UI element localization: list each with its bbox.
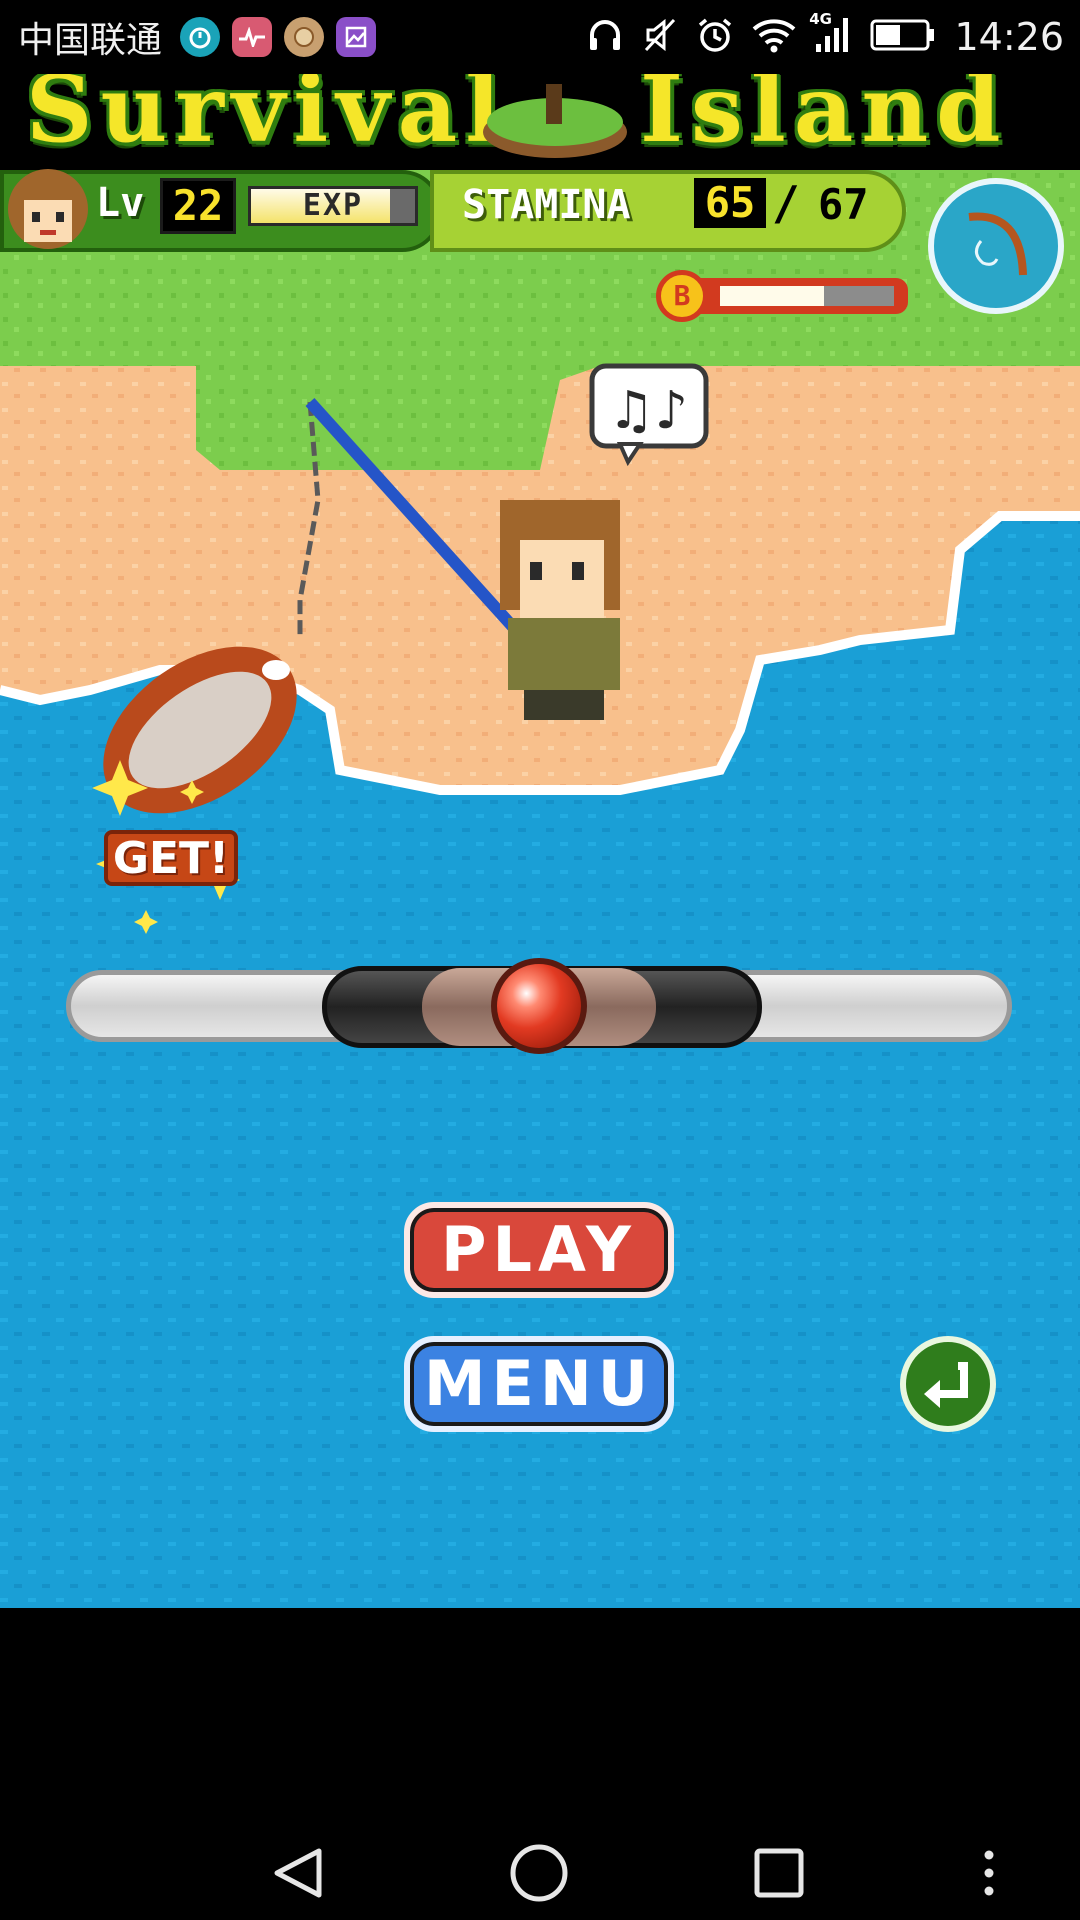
stamina-label: STAMINA xyxy=(462,182,631,228)
title-banner: Survival Island xyxy=(0,74,1080,170)
status-right: 14:26 xyxy=(586,0,1064,74)
navigation-bar xyxy=(0,1608,1080,1920)
game-screen[interactable]: ♫♪ Survival Island Lv 22 EXP STAMINA 65 … xyxy=(0,74,1080,1608)
fishing-rod-icon xyxy=(968,212,1027,276)
heart-app-icon xyxy=(232,17,273,57)
tension-meter[interactable] xyxy=(66,958,1012,1054)
island-logo-icon xyxy=(483,84,627,158)
menu-button[interactable]: MENU xyxy=(404,1336,674,1432)
level-label: Lv xyxy=(96,180,145,226)
clock: 14:26 xyxy=(954,15,1064,59)
return-arrow-icon xyxy=(924,1362,968,1408)
more-dots-icon xyxy=(984,1850,994,1896)
back-triangle-icon xyxy=(274,1848,322,1898)
nav-back-button[interactable] xyxy=(254,1828,344,1918)
status-left: 中国联通 xyxy=(18,0,377,74)
signal-icon xyxy=(814,16,852,58)
stamp-app-icon xyxy=(284,17,325,57)
level-value: 22 xyxy=(160,178,236,234)
bait-gauge: B xyxy=(656,270,912,322)
music-bubble: ♫♪ xyxy=(589,363,709,467)
bait-track xyxy=(696,278,908,314)
fishing-rod-button[interactable] xyxy=(928,178,1064,314)
alarm-icon xyxy=(696,16,734,58)
stamina-separator: / xyxy=(772,176,800,230)
status-bar: 中国联通 4G 14:26 xyxy=(0,0,1080,74)
mute-icon xyxy=(642,16,678,58)
nav-more-button[interactable] xyxy=(944,1828,1034,1918)
headphones-icon xyxy=(586,16,624,58)
play-button[interactable]: PLAY xyxy=(404,1202,674,1298)
title-survival: Survival xyxy=(26,74,509,163)
bait-inner xyxy=(720,286,894,306)
nav-home-button[interactable] xyxy=(494,1828,584,1918)
title-island: Island xyxy=(640,74,1009,163)
battery-icon xyxy=(870,18,936,56)
catch-get-label: GET! xyxy=(104,830,238,886)
wifi-icon xyxy=(752,17,796,57)
stamina-max: 67 xyxy=(818,180,869,229)
home-circle-icon xyxy=(510,1844,568,1902)
tension-knob[interactable] xyxy=(491,958,587,1054)
recents-square-icon xyxy=(754,1848,804,1898)
gallery-icon xyxy=(336,17,377,57)
svg-text:♫♪: ♫♪ xyxy=(608,381,688,441)
timer-icon xyxy=(180,17,221,57)
nav-recents-button[interactable] xyxy=(734,1828,824,1918)
carrier-name: 中国联通 xyxy=(18,20,163,61)
exp-bar: EXP xyxy=(248,186,418,226)
return-button[interactable] xyxy=(900,1336,996,1432)
fisher-character xyxy=(500,500,620,720)
bait-coin-icon: B xyxy=(656,270,708,322)
player-avatar[interactable] xyxy=(6,166,90,252)
stamina-current: 65 xyxy=(694,178,766,228)
bait-fill xyxy=(720,286,825,306)
exp-label: EXP xyxy=(302,188,364,223)
